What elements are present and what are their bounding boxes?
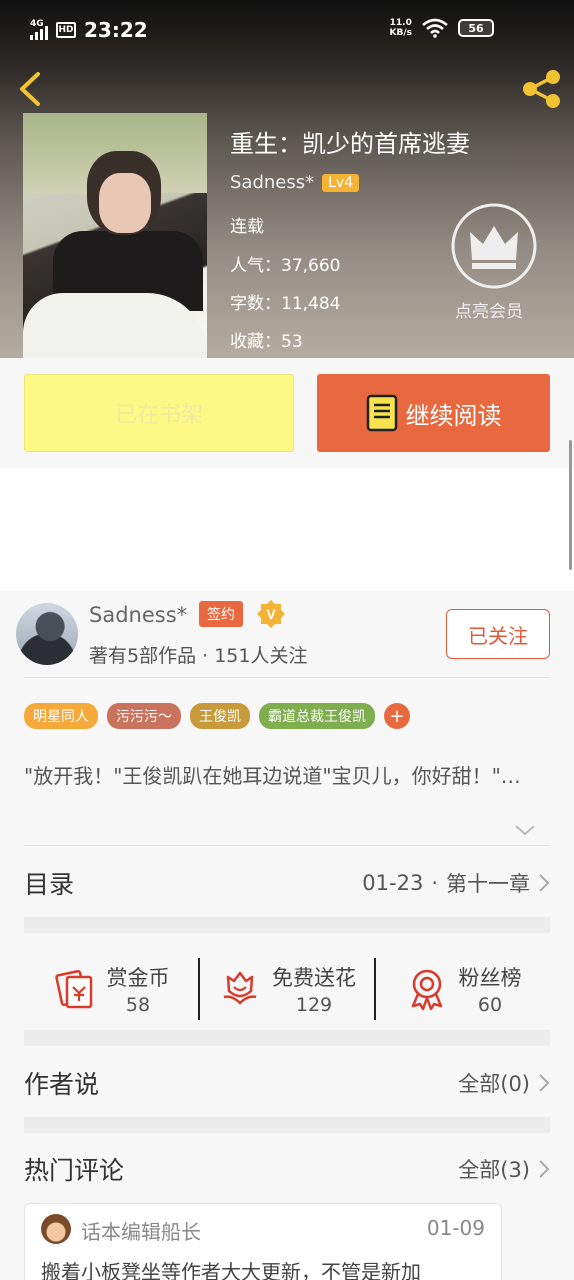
author-says-label: 作者说 xyxy=(24,1070,100,1099)
signed-badge: 签约 xyxy=(199,601,243,627)
catalog-label: 目录 xyxy=(24,870,75,899)
chevron-right-icon xyxy=(539,874,550,892)
add-tag-button[interactable]: + xyxy=(384,703,410,729)
catalog-row[interactable]: 目录 01-23 · 第十一章 xyxy=(24,848,550,918)
stat-value: 60 xyxy=(477,994,503,1016)
latest-date: 01-23 xyxy=(362,871,424,895)
continue-reading-button[interactable]: 继续阅读 xyxy=(317,374,550,452)
chevron-right-icon xyxy=(539,1074,550,1092)
divider xyxy=(24,845,550,846)
speed-value: 11.0 xyxy=(389,18,412,28)
separator: · xyxy=(431,871,438,895)
author-summary: 著有5部作品 · 151人关注 xyxy=(89,645,308,667)
book-icon xyxy=(366,394,397,432)
level-badge: Lv4 xyxy=(322,173,360,192)
network-type: 4G xyxy=(30,18,44,29)
on-shelf-label: 已在书架 xyxy=(114,403,203,428)
comment-text: 搬着小板凳坐等作者大大更新，不管是新加 xyxy=(41,1260,421,1280)
stat-value: 129 xyxy=(295,994,333,1016)
action-bar: 已在书架 继续阅读 xyxy=(0,358,574,468)
fan-ranking-button[interactable]: 粉丝榜 60 xyxy=(374,958,550,1020)
section-gap xyxy=(24,1030,550,1046)
stat-label: 赏金币 xyxy=(106,966,170,990)
avatar[interactable] xyxy=(16,603,78,665)
book-author-row: Sadness* Lv4 xyxy=(230,172,360,193)
book-description[interactable]: "放开我！"王俊凯趴在她耳边说道"宝贝儿，你好甜！"… xyxy=(24,763,544,790)
signal-icon: 4G xyxy=(30,18,48,40)
stats-bar: 赏金币 58 免费送花 129 粉丝榜 60 xyxy=(24,948,550,1030)
book-title: 重生：凯少的首席逃妻 xyxy=(230,130,470,158)
author-says-count: 全部(0) xyxy=(458,1072,530,1096)
divider xyxy=(24,677,550,678)
network-speed: 11.0 KB/s xyxy=(390,18,412,38)
popularity: 人气：37,660 xyxy=(230,256,341,276)
vip-label[interactable]: 点亮会员 xyxy=(455,297,523,322)
free-flowers-button[interactable]: 免费送花 129 xyxy=(198,958,374,1020)
stat-value: 58 xyxy=(125,994,151,1016)
section-gap xyxy=(24,1117,550,1133)
stat-label: 粉丝榜 xyxy=(458,966,522,990)
hot-comments-row[interactable]: 热门评论 全部(3) xyxy=(24,1134,550,1204)
word-count: 字数：11,484 xyxy=(230,294,341,314)
comment-card[interactable]: 话本编辑船长 01-09 搬着小板凳坐等作者大大更新，不管是新加 xyxy=(24,1203,502,1280)
speed-unit: KB/s xyxy=(389,28,412,38)
favorites-count: 收藏：53 xyxy=(230,332,303,352)
tag[interactable]: 明星同人 xyxy=(24,703,98,729)
comment-user[interactable]: 话本编辑船长 xyxy=(81,1216,201,1245)
book-cover[interactable] xyxy=(23,113,207,358)
status-bar: 4G HD 23:22 11.0 KB/s 56 xyxy=(0,0,574,58)
hd-icon: HD xyxy=(56,22,76,38)
on-shelf-button[interactable]: 已在书架 xyxy=(24,374,294,452)
tag-list: 明星同人 污污污～ 王俊凯 霸道总裁王俊凯 + xyxy=(24,703,410,729)
comment-date: 01-09 xyxy=(426,1216,485,1240)
tag[interactable]: 王俊凯 xyxy=(190,703,250,729)
share-icon[interactable] xyxy=(520,68,564,110)
verified-badge-icon: V xyxy=(257,600,285,628)
details-section: Sadness* 签约 V 著有5部作品 · 151人关注 已关注 明星同人 污… xyxy=(0,591,574,1280)
section-gap xyxy=(24,917,550,933)
hot-comments-label: 热门评论 xyxy=(24,1156,125,1185)
author-name[interactable]: Sadness* xyxy=(89,603,187,627)
book-author-name[interactable]: Sadness* xyxy=(230,172,314,193)
chevron-right-icon xyxy=(539,1160,550,1178)
hot-comments-count: 全部(3) xyxy=(458,1158,530,1182)
avatar[interactable] xyxy=(41,1214,71,1244)
scrollbar[interactable] xyxy=(569,440,572,570)
stat-label: 免费送花 xyxy=(272,966,356,990)
continue-reading-label: 继续阅读 xyxy=(405,401,502,430)
chevron-down-icon[interactable] xyxy=(514,823,536,837)
serial-status: 连载 xyxy=(230,217,264,237)
medal-icon xyxy=(411,969,442,1011)
followed-button[interactable]: 已关注 xyxy=(446,609,550,659)
back-arrow-icon[interactable] xyxy=(14,70,48,108)
battery-icon: 56 xyxy=(458,19,494,37)
tag[interactable]: 污污污～ xyxy=(107,703,181,729)
book-header: 4G HD 23:22 11.0 KB/s 56 重生：凯少的首席逃妻 Sadn… xyxy=(0,0,574,358)
verified-badge-letter: V xyxy=(266,606,276,622)
flower-icon xyxy=(223,971,257,1005)
crown-icon[interactable] xyxy=(450,202,538,290)
tag[interactable]: 霸道总裁王俊凯 xyxy=(259,703,375,729)
wifi-icon xyxy=(422,18,448,38)
reward-coins-button[interactable]: 赏金币 58 xyxy=(24,958,198,1020)
clock: 23:22 xyxy=(84,18,148,42)
author-says-row[interactable]: 作者说 全部(0) xyxy=(24,1048,550,1118)
blank-area xyxy=(0,468,574,591)
latest-chapter: 第十一章 xyxy=(446,872,530,896)
red-envelope-icon xyxy=(54,969,92,1009)
